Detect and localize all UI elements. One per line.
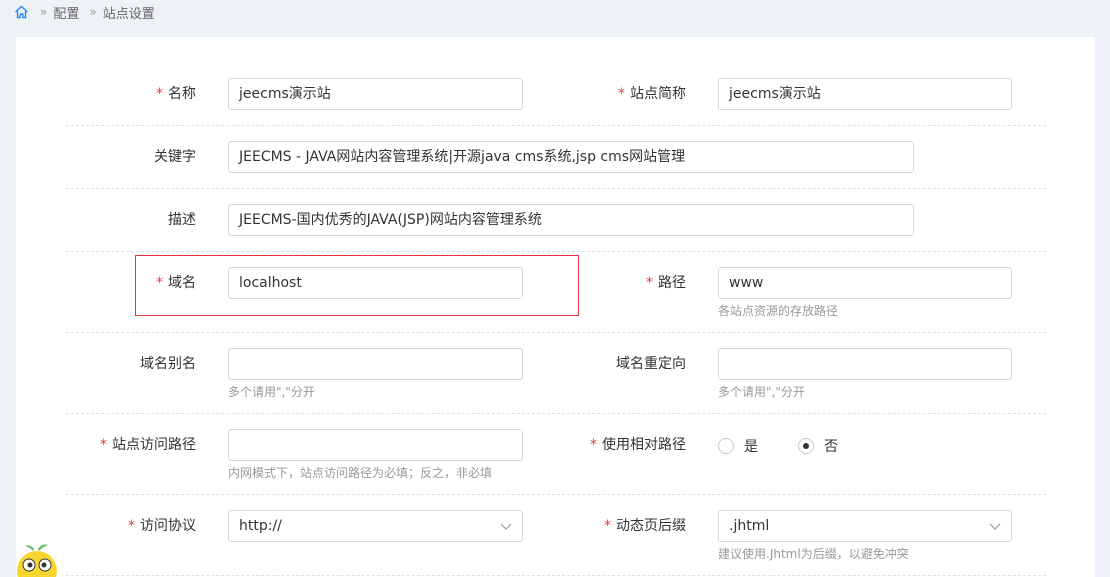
form-row-description: 描述 JEECMS-国内优秀的JAVA(JSP)网站内容管理系统 [66,189,1046,252]
breadcrumb-item-config[interactable]: 配置 [53,3,79,22]
domain-alias-label: 域名别名 [140,356,196,372]
form-row-keywords: 关键字 JEECMS - JAVA网站内容管理系统|开源java cms系统,j… [66,126,1046,189]
form-row-name: * 名称 jeecms演示站 * 站点简称 jeecms演示站 [66,63,1046,126]
access-path-label: * 站点访问路径 [100,437,196,453]
protocol-select[interactable]: http:// [228,510,523,542]
relative-path-option-yes[interactable]: 是 [718,436,758,456]
form-row-access-path: * 站点访问路径 内网模式下，站点访问路径为必填；反之，非必填 * 使用相对路径 是… [66,414,1046,495]
domain-highlight-box [135,255,579,316]
domain-redirect-hint: 多个请用","分开 [718,385,805,399]
required-mark: * [618,86,625,102]
short-name-label: * 站点简称 [618,86,686,102]
domain-redirect-label: 域名重定向 [616,356,686,372]
dynamic-suffix-label: * 动态页后缀 [604,518,686,534]
home-icon[interactable] [14,4,30,20]
radio-yes-label: 是 [744,439,758,455]
form-row-protocol: * 访问协议 http:// * 动态页后缀 .jhtml 建议使用.Jhtml为后… [66,495,1046,576]
breadcrumb-separator: » [89,5,96,19]
dynamic-suffix-hint: 建议使用.Jhtml为后缀，以避免冲突 [718,547,909,561]
chevron-down-icon [500,523,512,530]
mascot-icon[interactable] [12,541,62,577]
breadcrumb: » 配置 » 站点设置 [14,0,155,24]
dynamic-suffix-select[interactable]: .jhtml [718,510,1012,542]
relative-path-radio-group: 是 否 [718,436,878,456]
name-input[interactable]: jeecms演示站 [228,78,523,110]
radio-no[interactable] [798,438,814,454]
domain-alias-hint: 多个请用","分开 [228,385,315,399]
required-mark: * [100,437,107,453]
keywords-label: 关键字 [154,149,196,165]
radio-yes[interactable] [718,438,734,454]
short-name-input[interactable]: jeecms演示站 [718,78,1012,110]
required-mark: * [646,275,653,291]
relative-path-label: * 使用相对路径 [590,437,686,453]
access-path-hint: 内网模式下，站点访问路径为必填；反之，非必填 [228,466,493,480]
form-row-domain-alias: 域名别名 多个请用","分开 域名重定向 多个请用","分开 [66,333,1046,414]
path-input[interactable]: www [718,267,1012,299]
breadcrumb-item-site-settings: 站点设置 [102,6,155,22]
access-path-input[interactable] [228,429,523,461]
required-mark: * [156,86,163,102]
relative-path-option-no[interactable]: 否 [798,436,838,456]
dynamic-suffix-select-value: .jhtml [729,518,770,534]
required-mark: * [604,518,611,534]
description-input[interactable]: JEECMS-国内优秀的JAVA(JSP)网站内容管理系统 [228,204,914,236]
protocol-select-value: http:// [239,518,282,534]
protocol-label: * 访问协议 [128,518,196,534]
chevron-down-icon [989,523,1001,530]
domain-alias-input[interactable] [228,348,523,380]
required-mark: * [590,437,597,453]
required-mark: * [128,518,135,534]
name-label: * 名称 [156,86,196,102]
breadcrumb-separator: » [40,5,47,19]
description-label: 描述 [168,212,196,228]
keywords-input[interactable]: JEECMS - JAVA网站内容管理系统|开源java cms系统,jsp c… [228,141,914,173]
domain-redirect-input[interactable] [718,348,1012,380]
path-hint: 各站点资源的存放路径 [718,304,839,318]
radio-no-label: 否 [824,439,838,455]
